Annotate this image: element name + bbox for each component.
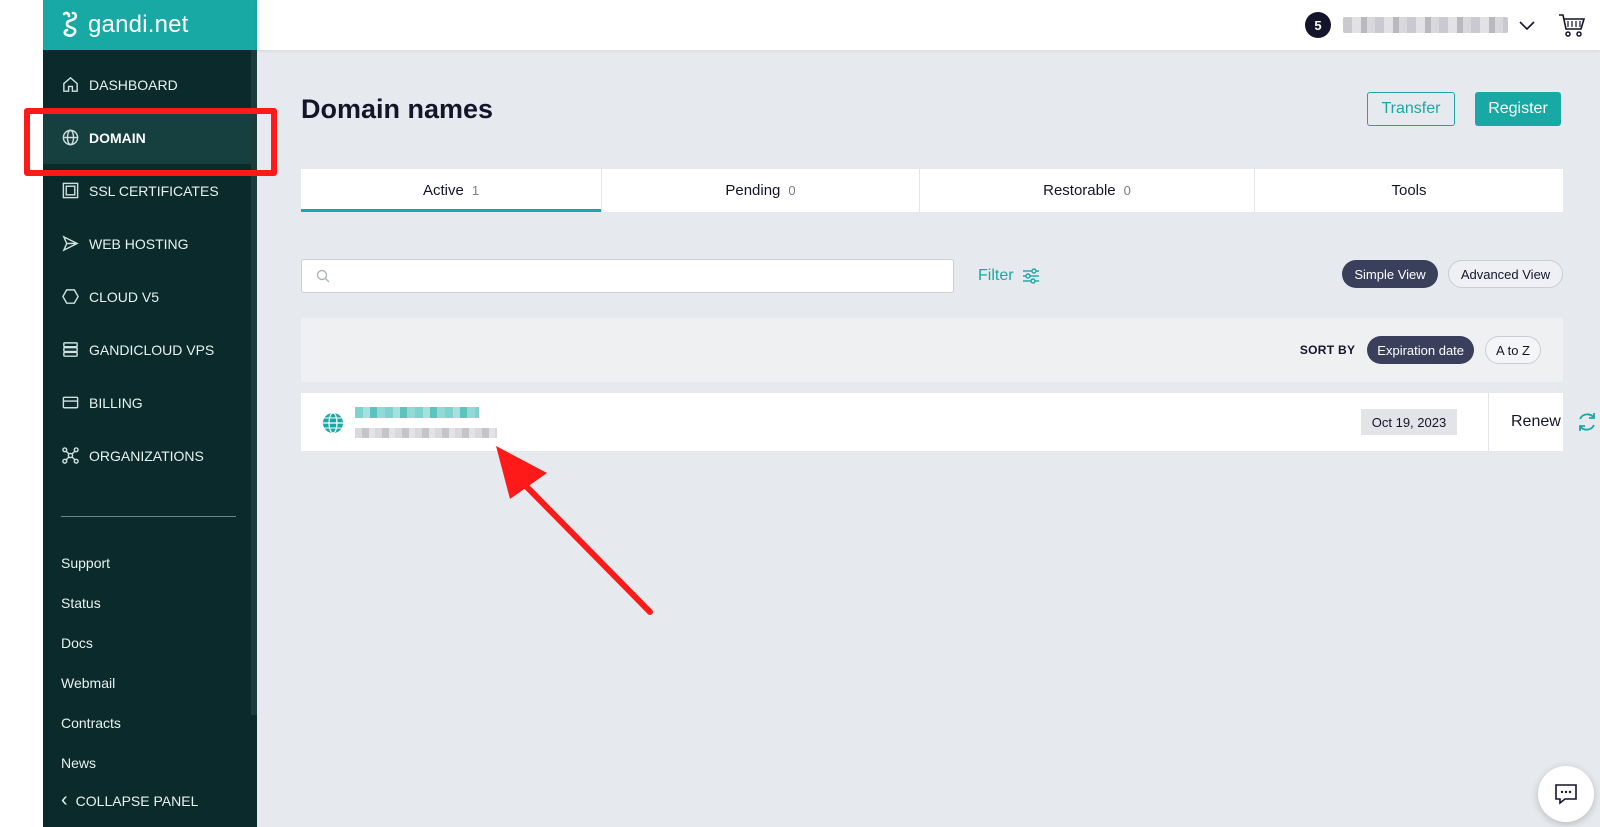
hexagon-icon xyxy=(62,289,79,304)
home-icon xyxy=(63,76,78,92)
collapse-panel-label: COLLAPSE PANEL xyxy=(75,792,199,809)
sidebar-link-contracts[interactable]: Contracts xyxy=(43,703,257,743)
filter-label: Filter xyxy=(978,267,1014,284)
sidebar-links: Support Status Docs Webmail Contracts Ne… xyxy=(43,543,257,783)
tab-count: 1 xyxy=(471,183,480,198)
row-divider xyxy=(1488,393,1489,451)
tab-count: 0 xyxy=(1123,183,1131,198)
sidebar-item-cloud-v5[interactable]: CLOUD V5 xyxy=(43,270,257,323)
tab-active[interactable]: Active 1 xyxy=(301,169,602,212)
domain-name-redacted[interactable] xyxy=(355,407,479,418)
chevron-down-icon[interactable] xyxy=(1518,16,1536,34)
paper-plane-icon xyxy=(62,235,79,252)
sidebar-item-label: BILLING xyxy=(89,394,143,411)
sidebar-item-organizations[interactable]: ORGANIZATIONS xyxy=(43,429,257,482)
tab-label: Restorable xyxy=(1043,182,1116,199)
user-account-name-redacted[interactable] xyxy=(1343,17,1508,33)
tab-tools[interactable]: Tools xyxy=(1255,169,1563,212)
tab-count: 0 xyxy=(788,183,796,198)
sort-by-label: SORT BY xyxy=(1299,343,1356,357)
tab-label: Active xyxy=(422,182,464,199)
sidebar-link-support[interactable]: Support xyxy=(43,543,257,583)
domain-tabs: Active 1 Pending 0 Restorable 0 Tools xyxy=(301,169,1563,212)
gandi-logo-icon xyxy=(62,11,78,37)
tab-pending[interactable]: Pending 0 xyxy=(602,169,920,212)
tab-label: Tools xyxy=(1391,182,1427,199)
network-icon xyxy=(62,447,79,464)
expiration-date-badge: Oct 19, 2023 xyxy=(1361,409,1457,435)
credit-card-icon xyxy=(62,396,79,409)
globe-icon xyxy=(323,412,343,434)
sidebar-divider xyxy=(61,516,236,517)
search-box xyxy=(301,259,954,293)
annotation-highlight-box xyxy=(24,108,277,176)
page-title: Domain names xyxy=(301,94,494,124)
chat-support-button[interactable] xyxy=(1538,766,1594,822)
logo-text: gandi.net xyxy=(88,11,189,38)
tab-restorable[interactable]: Restorable 0 xyxy=(920,169,1255,212)
sidebar-item-label: SSL CERTIFICATES xyxy=(89,182,219,199)
certificate-icon xyxy=(62,182,79,199)
sidebar-item-label: CLOUD V5 xyxy=(89,288,160,305)
sort-a-to-z-button[interactable]: A to Z xyxy=(1485,336,1541,364)
sliders-icon xyxy=(1022,268,1039,284)
domain-owner-redacted xyxy=(355,428,497,438)
collapse-panel-button[interactable]: ‹ COLLAPSE PANEL xyxy=(43,774,257,827)
register-button[interactable]: Register xyxy=(1475,92,1561,126)
sidebar-item-billing[interactable]: BILLING xyxy=(43,376,257,429)
sidebar-item-web-hosting[interactable]: WEB HOSTING xyxy=(43,217,257,270)
sort-bar: SORT BY Expiration date A to Z xyxy=(301,318,1563,382)
sidebar-item-label: WEB HOSTING xyxy=(89,235,189,252)
top-bar: 5 xyxy=(257,0,1600,50)
domain-row[interactable]: Oct 19, 2023 Renew xyxy=(301,393,1595,451)
sidebar-item-label: GANDICLOUD VPS xyxy=(89,341,215,358)
refresh-icon xyxy=(1578,413,1595,431)
tab-label: Pending xyxy=(725,182,781,199)
filter-button[interactable]: Filter xyxy=(978,260,1040,292)
server-icon xyxy=(63,342,78,357)
search-input[interactable] xyxy=(338,268,953,284)
chat-icon xyxy=(1555,784,1577,805)
advanced-view-button[interactable]: Advanced View xyxy=(1448,260,1563,288)
renew-button[interactable]: Renew xyxy=(1511,393,1599,451)
sidebar-item-label: ORGANIZATIONS xyxy=(89,447,204,464)
sort-expiration-date-button[interactable]: Expiration date xyxy=(1367,336,1475,364)
logo[interactable]: gandi.net xyxy=(43,0,257,50)
sidebar-item-label: DASHBOARD xyxy=(89,76,178,93)
sidebar-link-status[interactable]: Status xyxy=(43,583,257,623)
main-content: Domain names Transfer Register Active 1 P… xyxy=(257,50,1600,827)
sidebar-link-docs[interactable]: Docs xyxy=(43,623,257,663)
sidebar-item-gandicloud-vps[interactable]: GANDICLOUD VPS xyxy=(43,323,257,376)
chevron-left-icon: ‹ xyxy=(61,789,68,811)
search-icon xyxy=(316,269,330,283)
renew-label: Renew xyxy=(1511,413,1561,430)
simple-view-button[interactable]: Simple View xyxy=(1342,260,1438,288)
notification-count-badge[interactable]: 5 xyxy=(1305,12,1331,38)
sidebar-item-dashboard[interactable]: DASHBOARD xyxy=(43,58,257,111)
sidebar-link-webmail[interactable]: Webmail xyxy=(43,663,257,703)
shopping-cart-icon[interactable] xyxy=(1558,12,1586,38)
transfer-button[interactable]: Transfer xyxy=(1367,92,1455,126)
